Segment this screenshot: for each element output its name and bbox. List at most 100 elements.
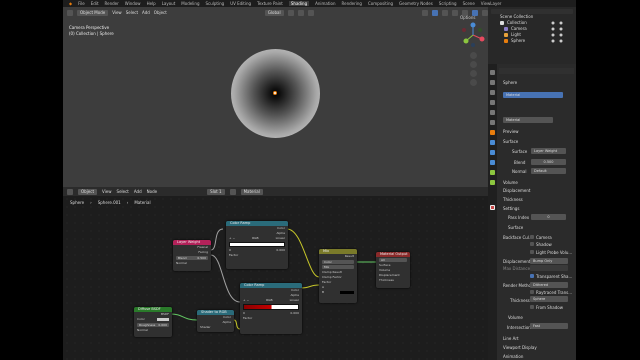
- modifier-tab-icon[interactable]: [490, 140, 495, 145]
- section-animation[interactable]: Animation: [503, 354, 523, 359]
- data-tab-icon[interactable]: [490, 180, 495, 185]
- diffuse-bsdf-node[interactable]: Diffuse BSDF BSDF Color Roughness 0.000 N…: [134, 307, 172, 337]
- transparent-shadows-checkbox[interactable]: [530, 274, 534, 278]
- orientation-dropdown[interactable]: Global: [264, 9, 284, 16]
- intersection-dropdown[interactable]: Fast: [530, 323, 568, 329]
- overlay-icon[interactable]: [441, 9, 448, 16]
- mix-type-dropdown[interactable]: Color: [322, 260, 354, 264]
- zoom-icon[interactable]: [470, 52, 477, 59]
- visibility-icon[interactable]: [421, 9, 428, 16]
- pass-index-field[interactable]: 0: [531, 214, 566, 220]
- render-tab-icon[interactable]: [490, 80, 495, 85]
- camera-view-icon[interactable]: [470, 70, 477, 77]
- displacement-method-dropdown[interactable]: Bump Only: [530, 258, 568, 264]
- options-dropdown[interactable]: Options: [460, 15, 475, 20]
- scene-selector[interactable]: Scene: [463, 1, 475, 6]
- light-probe-checkbox[interactable]: [530, 250, 534, 254]
- section-thickness[interactable]: Thickness: [503, 197, 523, 202]
- output-tab-icon[interactable]: [490, 90, 495, 95]
- navigation-gizmo-icon[interactable]: [460, 22, 486, 48]
- section-displacement[interactable]: Displacement: [503, 188, 531, 193]
- viewport-menu-object[interactable]: Object: [154, 10, 167, 15]
- color-ramp-node-1[interactable]: Color Ramp Color Alpha + − RGB Linear 0 0.0…: [226, 221, 288, 269]
- section-surface[interactable]: Surface: [503, 139, 518, 144]
- object-tab-icon[interactable]: [490, 130, 495, 135]
- constraints-tab-icon[interactable]: [490, 170, 495, 175]
- outliner-item-camera[interactable]: Camera: [504, 26, 527, 31]
- blend-field[interactable]: 0.500: [531, 159, 566, 165]
- render-method-dropdown[interactable]: Dithered: [530, 282, 568, 288]
- scene-tab-icon[interactable]: [490, 110, 495, 115]
- material-slot-list-item[interactable]: Material: [503, 92, 563, 98]
- section-settings[interactable]: Settings: [503, 206, 519, 211]
- shadow-checkbox[interactable]: [530, 242, 534, 246]
- section-volume[interactable]: Volume: [503, 180, 518, 185]
- physics-tab-icon[interactable]: [490, 160, 495, 165]
- tab-texture-paint[interactable]: Texture Paint: [257, 1, 283, 6]
- blend-field[interactable]: Blend 0.500: [176, 256, 208, 260]
- section-settings-volume[interactable]: Volume: [508, 315, 523, 320]
- tab-shading[interactable]: Shading: [288, 1, 310, 6]
- mix-node[interactable]: Mix Result Color Mix Clamp Result Clamp …: [319, 249, 357, 303]
- world-tab-icon[interactable]: [490, 120, 495, 125]
- particles-tab-icon[interactable]: [490, 150, 495, 155]
- view-layer-selector[interactable]: ViewLayer: [481, 1, 502, 6]
- viewport-menu-select[interactable]: Select: [126, 10, 138, 15]
- outliner-item-sphere[interactable]: Sphere: [504, 38, 525, 43]
- section-preview[interactable]: Preview: [503, 129, 519, 134]
- shading-rendered-icon[interactable]: [481, 9, 488, 16]
- tab-uv-editing[interactable]: UV Editing: [230, 1, 251, 6]
- roughness-field[interactable]: Roughness 0.000: [137, 323, 169, 327]
- color-ramp-gradient[interactable]: [229, 242, 285, 247]
- editor-type-icon[interactable]: [67, 9, 73, 16]
- max-distance-field[interactable]: [530, 265, 568, 271]
- tab-scripting[interactable]: Scripting: [439, 1, 457, 6]
- xray-icon[interactable]: [451, 9, 458, 16]
- material-name-field[interactable]: Material: [503, 117, 553, 123]
- pan-icon[interactable]: [470, 61, 477, 68]
- viewport-menu-view[interactable]: View: [112, 10, 122, 15]
- outliner-item-light[interactable]: Light: [504, 32, 521, 37]
- tab-layout[interactable]: Layout: [162, 1, 176, 6]
- material-tab-icon[interactable]: [490, 205, 495, 210]
- shader-to-rgb-node[interactable]: Shader to RGB Color Alpha Shader: [197, 310, 234, 332]
- from-shadow-checkbox[interactable]: [530, 305, 534, 309]
- tab-rendering[interactable]: Rendering: [342, 1, 362, 6]
- section-line-art[interactable]: Line Art: [503, 336, 519, 341]
- color-ramp-gradient[interactable]: [243, 304, 299, 310]
- tool-tab-icon[interactable]: [490, 70, 495, 75]
- mode-dropdown[interactable]: Object Mode: [77, 9, 109, 16]
- properties-search-input[interactable]: [499, 68, 574, 74]
- section-settings-surface[interactable]: Surface: [508, 225, 523, 230]
- color-ramp-node-2[interactable]: Color Ramp Color Alpha + − RGB Linear 0 0.0…: [240, 283, 302, 334]
- perspective-toggle-icon[interactable]: [470, 79, 477, 86]
- properties-panel[interactable]: [488, 64, 576, 360]
- material-output-node[interactable]: Material Output All Surface Volume Displ…: [376, 252, 410, 288]
- viewport-menu-add[interactable]: Add: [142, 10, 150, 15]
- menu-edit[interactable]: Edit: [91, 1, 99, 6]
- tab-compositing[interactable]: Compositing: [368, 1, 393, 6]
- tab-modeling[interactable]: Modeling: [181, 1, 199, 6]
- view-layer-tab-icon[interactable]: [490, 100, 495, 105]
- layer-weight-node[interactable]: Layer Weight Fresnel Facing Blend 0.500 N…: [173, 240, 211, 271]
- outliner-collection[interactable]: Collection: [500, 20, 527, 25]
- mix-blend-dropdown[interactable]: Mix: [322, 265, 354, 269]
- surface-shader-field[interactable]: Layer Weight: [531, 148, 566, 154]
- proportional-edit-icon[interactable]: [307, 9, 314, 16]
- menu-file[interactable]: File: [78, 1, 85, 6]
- raytraced-transmission-checkbox[interactable]: [530, 290, 534, 294]
- menu-render[interactable]: Render: [105, 1, 119, 6]
- menu-help[interactable]: Help: [147, 1, 156, 6]
- output-target-dropdown[interactable]: All: [379, 258, 407, 262]
- pivot-icon[interactable]: [287, 9, 294, 16]
- blender-logo-icon[interactable]: ◆: [69, 1, 72, 6]
- tab-sculpting[interactable]: Sculpting: [206, 1, 225, 6]
- section-viewport-display[interactable]: Viewport Display: [503, 345, 537, 350]
- thickness-dropdown[interactable]: Sphere: [530, 296, 568, 302]
- gizmo-toggle-icon[interactable]: [431, 9, 438, 16]
- normal-field[interactable]: Default: [531, 168, 566, 174]
- menu-window[interactable]: Window: [125, 1, 141, 6]
- tab-animation[interactable]: Animation: [315, 1, 335, 6]
- camera-checkbox[interactable]: [530, 235, 534, 239]
- snap-icon[interactable]: [297, 9, 304, 16]
